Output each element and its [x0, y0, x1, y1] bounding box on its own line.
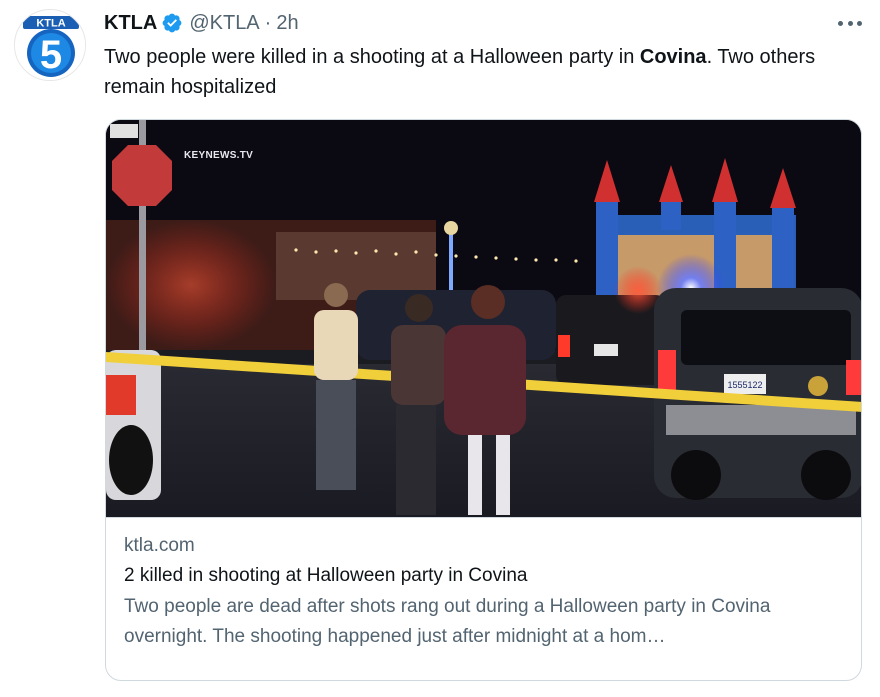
- card-info[interactable]: ktla.com 2 killed in shooting at Hallowe…: [106, 517, 861, 680]
- separator-dot: ·: [264, 11, 272, 34]
- tweet-header: KTLA @KTLA · 2h: [104, 10, 299, 36]
- tweet-timestamp[interactable]: 2h: [276, 12, 298, 35]
- card-title[interactable]: 2 killed in shooting at Halloween party …: [124, 562, 861, 590]
- news-photo: 1555122: [106, 120, 861, 517]
- card-image[interactable]: 1555122 KEYNEWS.TV: [106, 120, 861, 517]
- tweet-text: Two people were killed in a shooting at …: [104, 42, 854, 102]
- avatar-logo-number: 5: [40, 33, 62, 77]
- tweet-text-part: Two people were killed in a shooting at …: [104, 46, 640, 68]
- ktla-logo: KTLA 5: [15, 10, 85, 80]
- card-domain: ktla.com: [124, 535, 195, 556]
- more-options-icon[interactable]: [836, 12, 864, 34]
- author-handle[interactable]: @KTLA: [189, 12, 259, 35]
- link-preview-card[interactable]: 1555122 KEYNEWS.TV ktla.com 2 killed in …: [105, 119, 862, 681]
- author-name[interactable]: KTLA: [104, 12, 157, 35]
- verified-badge-icon: [161, 12, 183, 34]
- tweet-text-bold[interactable]: Covina: [640, 46, 707, 68]
- svg-text:1555122: 1555122: [727, 380, 762, 390]
- card-description: Two people are dead after shots rang out…: [124, 596, 771, 647]
- avatar-logo-text: KTLA: [36, 18, 65, 30]
- avatar[interactable]: KTLA 5: [14, 9, 86, 81]
- photo-watermark: KEYNEWS.TV: [184, 150, 254, 161]
